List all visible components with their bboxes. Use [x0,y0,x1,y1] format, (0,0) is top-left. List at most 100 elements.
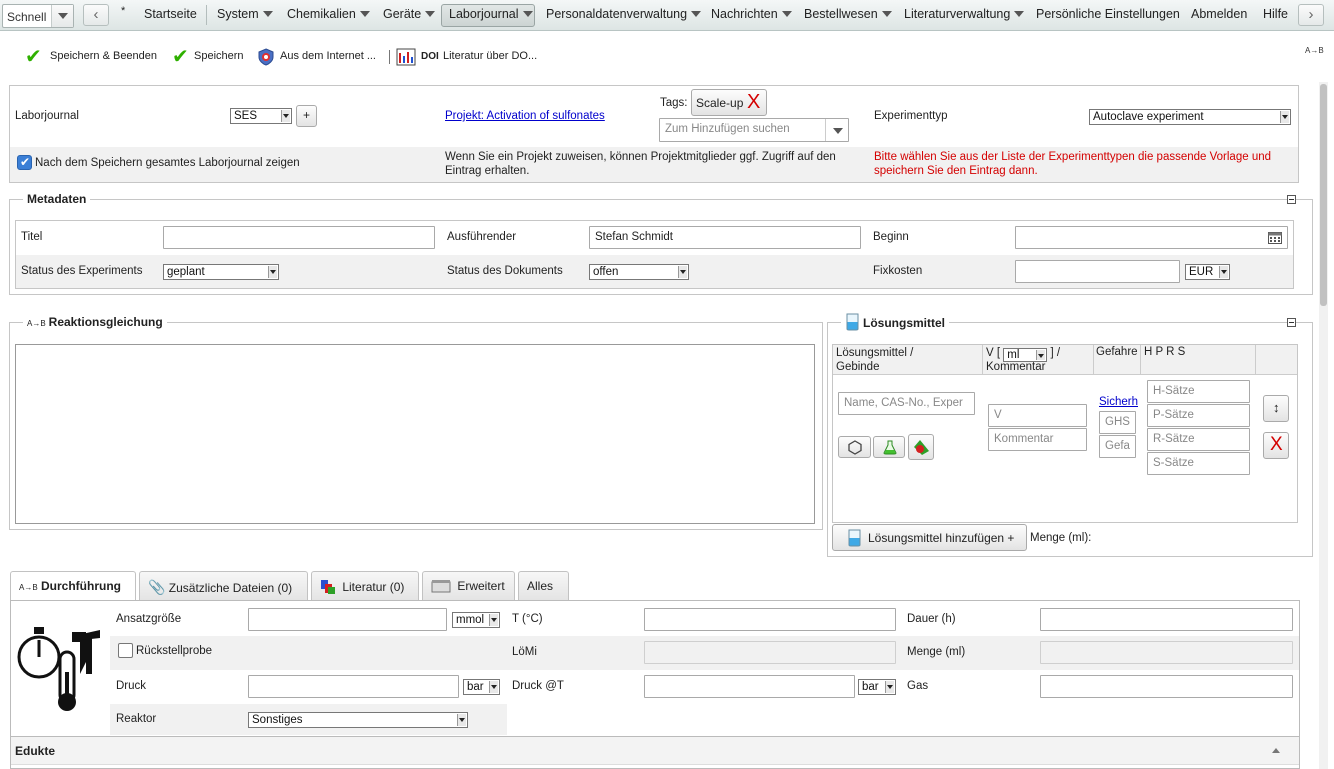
amount-ml-label: Menge (ml) [907,646,966,658]
comment-placeholder: Kommentar [994,433,1054,445]
page-scrollbar-thumb[interactable] [1320,84,1327,306]
add-solvent-button[interactable]: Lösungsmittel hinzufügen + [832,524,1027,551]
journal-select[interactable]: SES [230,108,292,124]
experiment-type-select[interactable]: Autoclave experiment [1089,109,1291,125]
solvent-short-label: LöMi [512,646,537,658]
pressure-at-t-unit-value: bar [862,681,879,693]
hazard-input[interactable]: Gefa [1099,435,1136,458]
fixed-costs-input[interactable] [1015,260,1180,283]
nav-item-literaturverwaltung[interactable]: Literaturverwaltung [904,7,1025,21]
p-phrases-input[interactable]: P-Sätze [1147,404,1250,427]
chevron-down-icon [781,11,792,17]
chevron-down-icon [1219,266,1228,278]
chevron-up-icon [1272,748,1280,753]
safety-data-link[interactable]: Sicherh [1099,396,1141,408]
begin-date-input[interactable] [1015,226,1288,249]
volume-input[interactable]: V [988,404,1087,427]
solvent-readonly-field [644,641,896,664]
duration-input[interactable] [1040,608,1293,631]
tab-alles[interactable]: Alles [518,571,569,600]
reaction-editor-canvas[interactable] [15,344,815,524]
nav-item-geraete[interactable]: Geräte [383,7,436,21]
pressure-at-t-unit-select[interactable]: bar [858,679,896,695]
batch-unit-value: mmol [456,614,485,626]
reactor-value: Sonstiges [252,714,303,726]
ghs-placeholder: GHS [1105,416,1130,428]
journal-select-value: SES [234,110,258,122]
tag-search-dropdown[interactable] [825,119,848,141]
tag-search-input[interactable]: Zum Hinzufügen suchen [659,118,849,142]
nav-item-personaldatenverwaltung[interactable]: Personaldatenverwaltung [546,7,702,21]
comment-input[interactable]: Kommentar [988,428,1087,451]
ghs-input[interactable]: GHS [1099,411,1136,434]
toolbar-separator [389,50,390,64]
title-input[interactable] [163,226,435,249]
currency-select[interactable]: EUR [1185,264,1230,280]
nav-item-hilfe[interactable]: Hilfe [1263,7,1288,21]
tag-chip[interactable]: Scale-up X [691,89,767,116]
s-phrases-input[interactable]: S-Sätze [1147,452,1250,475]
tab-literatur[interactable]: Literatur (0) [311,571,419,600]
nav-item-system[interactable]: System [217,7,273,21]
flask-button[interactable] [873,436,905,458]
close-icon[interactable]: X [747,91,760,114]
tab-erweitert[interactable]: Erweitert [422,571,515,600]
chevron-down-icon [58,13,68,19]
reactor-select[interactable]: Sonstiges [248,712,468,728]
nav-item-abmelden[interactable]: Abmelden [1191,7,1247,21]
experiment-status-label: Status des Experiments [21,265,143,277]
internet-shield-icon [258,48,274,66]
nav-item-bestellwesen[interactable]: Bestellwesen [804,7,892,21]
execution-row-4-right [507,703,1299,735]
h-phrases-input[interactable]: H-Sätze [1147,380,1250,403]
flask-icon [883,440,897,455]
executor-input[interactable]: Stefan Schmidt [589,226,861,249]
document-status-select[interactable]: offen [589,264,689,280]
experiment-status-select[interactable]: geplant [163,264,279,280]
show-journal-checkbox[interactable]: ✔ [17,155,32,170]
nav-item-chemikalien[interactable]: Chemikalien [287,7,370,21]
title-label: Titel [21,231,43,243]
pressure-unit-select[interactable]: bar [463,679,500,695]
pressure-at-t-input[interactable] [644,675,855,698]
nav-item-laborjournal[interactable]: Laborjournal [449,7,533,21]
volume-unit-select[interactable]: ml [1003,348,1048,362]
tab-durchfuehrung[interactable]: A→B Durchführung [10,571,136,602]
check-icon: ✔ [25,46,42,68]
reaction-scheme-icon: A→B [1305,46,1324,55]
chevron-right-icon: › [1308,6,1314,23]
reorder-button[interactable]: ↕ [1263,395,1289,422]
nav-item-nachrichten[interactable]: Nachrichten [711,7,792,21]
tab-zusaetzliche-dateien[interactable]: 📎 Zusätzliche Dateien (0) [139,571,308,600]
page-scrollbar[interactable] [1319,82,1328,769]
col-divider [1093,345,1094,375]
gas-input[interactable] [1040,675,1293,698]
nav-item-persoenliche-einstellungen[interactable]: Persönliche Einstellungen [1036,7,1180,21]
add-journal-button[interactable]: + [296,105,317,127]
show-journal-label: Nach dem Speichern gesamtes Laborjournal… [35,157,300,169]
collapse-icon[interactable] [1287,195,1296,204]
calendar-icon[interactable] [1268,231,1282,244]
quick-dropdown-button[interactable] [51,5,73,27]
batch-unit-select[interactable]: mmol [452,612,500,628]
nav-scroll-left-button[interactable]: ‹ [83,4,109,26]
hazard-pictogram-button[interactable] [908,434,934,460]
remove-solvent-button[interactable]: X [1263,432,1289,459]
conditions-illustration-icon [17,627,100,711]
structure-button[interactable] [838,436,871,458]
pressure-input[interactable] [248,675,459,698]
nav-item-startseite[interactable]: Startseite [144,7,197,21]
nav-favorite-star[interactable]: * [121,5,125,17]
temperature-input[interactable] [644,608,896,631]
retain-sample-checkbox[interactable] [118,643,133,658]
nav-item-label: Chemikalien [287,7,356,21]
nav-scroll-right-button[interactable]: › [1298,4,1324,26]
project-link[interactable]: Projekt: Activation of sulfonates [445,110,605,122]
collapse-icon[interactable] [1287,318,1296,327]
educts-header[interactable]: Edukte [11,736,1299,765]
solvent-name-input[interactable]: Name, CAS-No., Exper [838,392,975,415]
r-phrases-placeholder: R-Sätze [1153,433,1195,445]
quick-search-select[interactable]: Schnell [2,4,74,28]
r-phrases-input[interactable]: R-Sätze [1147,428,1250,451]
batch-size-input[interactable] [248,608,447,631]
